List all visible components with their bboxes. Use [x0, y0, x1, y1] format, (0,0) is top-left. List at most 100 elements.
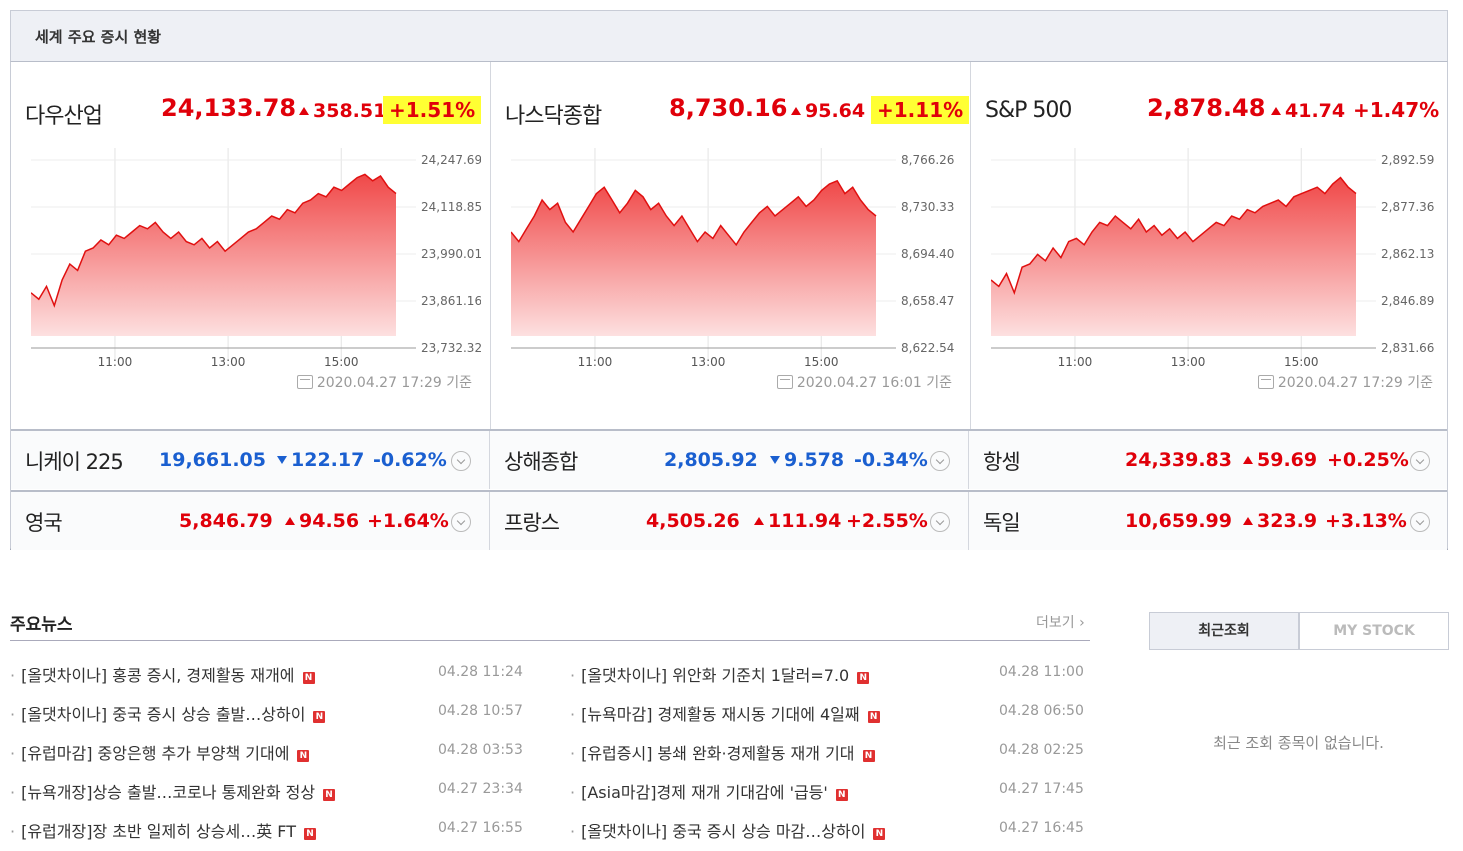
new-badge-icon: N: [873, 828, 886, 840]
asof-time: 2020.04.27 17:29 기준: [296, 372, 472, 392]
side-tabs: 최근조회 MY STOCK: [1149, 612, 1449, 650]
calendar-icon: [776, 375, 793, 389]
expand-icon[interactable]: [1410, 512, 1430, 532]
news-date: 04.27 23:34: [438, 781, 523, 797]
intraday-chart-dow[interactable]: 24,247.69 24,118.85 23,990.01 23,861.16 23,7…: [31, 148, 481, 368]
news-item[interactable]: · [올댓차이나] 중국 증시 상승 출발…상하이 N: [10, 701, 326, 725]
index-percent: +3.13%: [1325, 510, 1407, 532]
index-cell-nikkei[interactable]: 니케이 225 19,661.05 122.17 -0.62%: [11, 431, 490, 489]
y-tick-label: 8,658.47: [901, 294, 954, 308]
news-item[interactable]: · [Asia마감]경제 재개 기대감에 '급등' N: [570, 779, 848, 803]
expand-icon[interactable]: [930, 512, 950, 532]
index-name: 독일: [983, 511, 1021, 535]
news-headline[interactable]: [유럽증시] 봉쇄 완화·경제활동 재개 기대: [581, 744, 854, 763]
index-value: 19,661.05: [159, 449, 266, 471]
index-panel-sp500[interactable]: S&P 500 2,878.48 41.74 +1.47% 2,892.59 2,…: [971, 62, 1451, 430]
y-tick-label: 24,247.69: [421, 153, 481, 167]
tab-recent[interactable]: 최근조회: [1149, 612, 1299, 650]
news-headline[interactable]: [올댓차이나] 중국 증시 상승 출발…상하이: [21, 705, 305, 724]
index-name: 니케이 225: [25, 450, 124, 474]
index-value: 2,878.48: [1147, 94, 1266, 122]
news-date: 04.28 06:50: [999, 703, 1084, 719]
index-value: 8,730.16: [669, 94, 788, 122]
index-cell-france[interactable]: 프랑스 4,505.26 111.94 +2.55%: [490, 492, 969, 550]
news-item[interactable]: · [뉴욕마감] 경제활동 재시동 기대에 4일째 N: [570, 701, 880, 725]
news-headline[interactable]: [올댓차이나] 홍콩 증시, 경제활동 재개에: [21, 666, 294, 685]
chart-area: [31, 174, 396, 336]
news-headline[interactable]: [올댓차이나] 위안화 기준치 1달러=7.0: [581, 666, 849, 685]
y-tick-label: 8,622.54: [901, 341, 954, 355]
y-tick-label: 8,694.40: [901, 247, 954, 261]
index-name: 상해종합: [504, 450, 578, 474]
news-title: 주요뉴스: [10, 615, 73, 635]
triangle-up-icon: [1243, 456, 1253, 464]
empty-message: 최근 조회 종목이 없습니다.: [1213, 734, 1384, 752]
tab-mystock[interactable]: MY STOCK: [1299, 612, 1449, 650]
bullet: ·: [570, 783, 576, 802]
news-more-link[interactable]: 더보기 ›: [1036, 612, 1085, 632]
index-name: 영국: [25, 511, 63, 535]
index-value: 2,805.92: [664, 449, 758, 471]
news-item[interactable]: · [유럽개장]장 초반 일제히 상승세…英 FT N: [10, 818, 316, 842]
news-headline[interactable]: [Asia마감]경제 재개 기대감에 '급등': [581, 783, 828, 802]
news-date: 04.28 11:24: [438, 664, 523, 680]
index-row: 영국 5,846.79 94.56 +1.64% 프랑스 4,505.26 11…: [11, 490, 1447, 550]
news-headline[interactable]: [유럽개장]장 초반 일제히 상승세…英 FT: [21, 822, 296, 841]
y-tick-label: 23,990.01: [421, 247, 481, 261]
news-item[interactable]: · [유럽마감] 중앙은행 추가 부양책 기대에 N: [10, 740, 310, 764]
y-tick-label: 23,861.16: [421, 294, 481, 308]
new-badge-icon: N: [297, 750, 310, 762]
index-cell-uk[interactable]: 영국 5,846.79 94.56 +1.64%: [11, 492, 490, 550]
bullet: ·: [10, 666, 16, 685]
expand-icon[interactable]: [930, 451, 950, 471]
bullet: ·: [570, 666, 576, 685]
news-item[interactable]: · [올댓차이나] 홍콩 증시, 경제활동 재개에 N: [10, 662, 315, 686]
bullet: ·: [570, 744, 576, 763]
index-cell-hangseng[interactable]: 항셍 24,339.83 59.69 +0.25%: [969, 431, 1448, 489]
x-tick-label: 11:00: [98, 355, 133, 368]
new-badge-icon: N: [302, 672, 315, 684]
index-percent: +1.51%: [383, 96, 482, 124]
new-badge-icon: N: [313, 711, 326, 723]
news-item[interactable]: · [올댓차이나] 중국 증시 상승 마감…상하이 N: [570, 818, 886, 842]
index-value: 4,505.26: [646, 510, 740, 532]
index-value: 10,659.99: [1125, 510, 1232, 532]
news-item[interactable]: · [올댓차이나] 위안화 기준치 1달러=7.0 N: [570, 662, 870, 686]
triangle-up-icon: [299, 107, 309, 115]
index-panel-dow[interactable]: 다우산업 24,133.78 358.51 +1.51% 24,247.69 24…: [11, 62, 491, 430]
new-badge-icon: N: [867, 711, 880, 723]
expand-icon[interactable]: [1410, 451, 1430, 471]
new-badge-icon: N: [835, 789, 848, 801]
y-tick-label: 2,862.13: [1381, 247, 1434, 261]
news-item[interactable]: · [뉴욕개장]상승 출발…코로나 통제완화 정상 N: [10, 779, 336, 803]
expand-icon[interactable]: [451, 451, 471, 471]
news-headline[interactable]: [뉴욕마감] 경제활동 재시동 기대에 4일째: [581, 705, 860, 724]
index-name: 다우산업: [25, 104, 103, 129]
index-cell-germany[interactable]: 독일 10,659.99 323.9 +3.13%: [969, 492, 1448, 550]
triangle-down-icon: [277, 456, 287, 464]
index-change: 122.17: [277, 449, 364, 471]
news-headline[interactable]: [올댓차이나] 중국 증시 상승 마감…상하이: [581, 822, 865, 841]
intraday-chart-nasdaq[interactable]: 8,766.26 8,730.33 8,694.40 8,658.47 8,622.54…: [511, 148, 961, 368]
bullet: ·: [570, 705, 576, 724]
news-date: 04.28 11:00: [999, 664, 1084, 680]
x-tick-label: 15:00: [804, 355, 839, 368]
expand-icon[interactable]: [451, 512, 471, 532]
intraday-chart-sp500[interactable]: 2,892.59 2,877.36 2,862.13 2,846.89 2,831.66…: [991, 148, 1441, 368]
news-date: 04.28 03:53: [438, 742, 523, 758]
chart-area: [511, 180, 876, 336]
news-headline[interactable]: [뉴욕개장]상승 출발…코로나 통제완화 정상: [21, 783, 315, 802]
index-change: 111.94: [754, 510, 841, 532]
section-header: 세계 주요 증시 현황: [10, 10, 1448, 62]
news-date: 04.27 16:45: [999, 820, 1084, 836]
index-cell-shanghai[interactable]: 상해종합 2,805.92 9.578 -0.34%: [490, 431, 969, 489]
index-panel-nasdaq[interactable]: 나스닥종합 8,730.16 95.64 +1.11% 8,766.26 8,73…: [491, 62, 971, 430]
new-badge-icon: N: [323, 789, 336, 801]
news-item[interactable]: · [유럽증시] 봉쇄 완화·경제활동 재개 기대 N: [570, 740, 875, 764]
y-tick-label: 23,732.32: [421, 341, 481, 355]
news-headline[interactable]: [유럽마감] 중앙은행 추가 부양책 기대에: [21, 744, 289, 763]
x-tick-label: 13:00: [211, 355, 246, 368]
bullet: ·: [10, 822, 16, 841]
index-name: 프랑스: [504, 511, 560, 535]
index-percent: -0.62%: [373, 449, 447, 471]
